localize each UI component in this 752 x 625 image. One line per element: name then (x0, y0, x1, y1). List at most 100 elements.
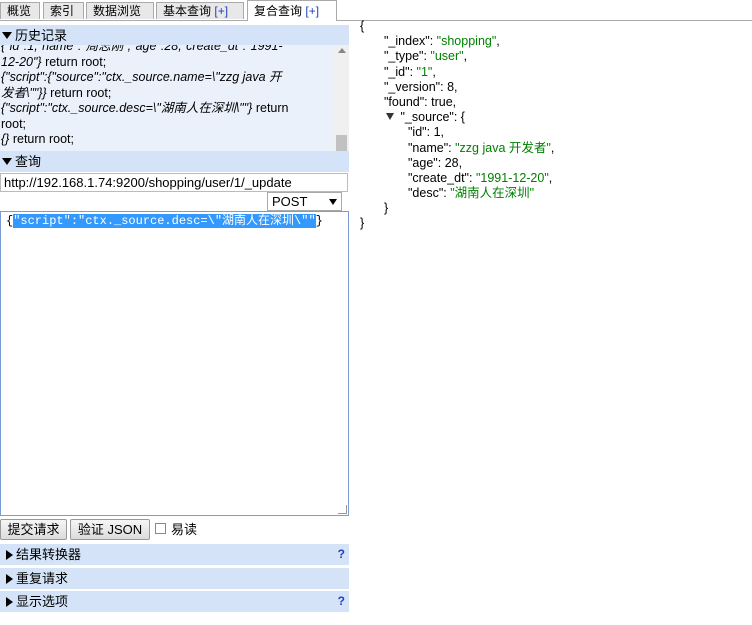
json-key: "create_dt" (408, 170, 469, 185)
tab-overview[interactable]: 概览 (0, 2, 40, 19)
submit-label: 提交请求 (7, 522, 60, 537)
section-result-transformer[interactable]: 结果转换器 ? (0, 544, 349, 565)
history-item[interactable]: 发者\""}} return root; (1, 86, 331, 102)
help-icon[interactable]: ? (338, 544, 345, 565)
json-line: "_id": "1", (384, 64, 436, 79)
tab-compound-query[interactable]: 复合查询 [+] (247, 0, 337, 21)
collapse-icon[interactable] (386, 113, 394, 121)
history-item-suffix: return root; (9, 132, 74, 146)
history-item[interactable]: {"script":"ctx._source.desc=\"湖南人在深圳\""}… (1, 101, 331, 117)
history-item[interactable]: root; (1, 117, 331, 133)
validate-json-button[interactable]: 验证 JSON (70, 519, 150, 540)
collapse-icon (2, 32, 12, 40)
json-value: 8 (447, 79, 455, 94)
scroll-up-icon[interactable] (338, 48, 346, 53)
json-value: "shopping" (436, 34, 497, 49)
json-key: "age" (408, 155, 438, 170)
request-body-editor[interactable]: {"script":"ctx._source.desc=\"湖南人在深圳\""} (0, 211, 349, 516)
history-item[interactable]: 12-20"} return root; (1, 55, 331, 71)
json-line: "found": true, (384, 94, 457, 109)
history-item[interactable]: {"id":1,"name":"周志刚","age":28,"create_dt… (1, 45, 331, 55)
tab-plus[interactable]: [+] (214, 4, 228, 18)
json-line: "_version": 8, (384, 79, 458, 94)
body-text-suffix: } (315, 214, 323, 228)
tab-plus[interactable]: [+] (305, 4, 319, 18)
submit-request-button[interactable]: 提交请求 (0, 519, 67, 540)
json-value: "1" (416, 64, 433, 79)
tab-label: 概览 (7, 4, 32, 18)
json-key: "_index" (384, 34, 430, 49)
url-input[interactable] (0, 173, 348, 192)
history-item-text: {"id":1,"name":"周志刚","age":28,"create_dt… (1, 45, 283, 53)
query-panel: 历史记录 {"id":1,"name":"周志刚","age":28,"crea… (0, 21, 352, 616)
tab-bar: 概览 索引 数据浏览 基本查询 [+] 复合查询 [+] (0, 0, 752, 21)
history-item-suffix: return (252, 101, 289, 115)
json-key: "found" (384, 94, 425, 109)
json-value: "user" (430, 49, 464, 64)
query-title: 查询 (15, 154, 42, 169)
section-label: 显示选项 (16, 594, 69, 609)
expand-icon (6, 596, 13, 607)
history-item-suffix: return root; (41, 54, 107, 69)
help-icon[interactable]: ? (338, 591, 345, 612)
history-item-suffix: return root; (46, 85, 112, 100)
json-key: "id" (408, 125, 427, 140)
json-inner-close: } (384, 201, 389, 216)
query-header[interactable]: 查询 (0, 151, 349, 172)
section-display-options[interactable]: 显示选项 ? (0, 591, 349, 612)
section-label: 重复请求 (16, 571, 69, 586)
json-value: true (431, 94, 453, 109)
json-line: "create_dt": "1991-12-20", (408, 170, 553, 185)
json-response-viewer: { "_index": "shopping", "_type": "user",… (360, 19, 554, 232)
expand-icon (6, 573, 13, 584)
history-item[interactable]: {} return root; (1, 132, 331, 148)
tab-basic-query[interactable]: 基本查询 [+] (156, 2, 244, 19)
section-repeat-request[interactable]: 重复请求 (0, 568, 349, 589)
json-key: "_source" (400, 110, 454, 125)
history-item[interactable]: {"script":{"source":"ctx._source.name=\"… (1, 70, 331, 86)
tab-label: 复合查询 (254, 4, 303, 18)
tab-label: 数据浏览 (93, 4, 142, 18)
history-item-suffix: root; (1, 116, 27, 131)
json-value: "1991-12-20" (475, 170, 549, 185)
json-key: "_type" (384, 49, 424, 64)
json-line: "desc": "湖南人在深圳" (408, 186, 535, 201)
readable-label: 易读 (171, 522, 198, 537)
json-line: "name": "zzg java 开发者", (408, 140, 555, 155)
body-text-selected: "script":"ctx._source.desc=\"湖南人在深圳\"" (13, 214, 316, 228)
history-header[interactable]: 历史记录 (0, 25, 349, 46)
expand-icon (6, 549, 13, 560)
json-key: "_version" (384, 79, 441, 94)
section-label: 结果转换器 (16, 547, 82, 562)
history-item-text: 12-20"} (1, 54, 42, 69)
chevron-down-icon (329, 199, 337, 205)
json-key: "name" (408, 140, 449, 155)
json-line: "age": 28, (408, 155, 463, 170)
json-line: "id": 1, (408, 125, 444, 140)
json-source-toggle[interactable]: "_source": { (360, 110, 554, 125)
json-value: "湖南人在深圳" (450, 186, 535, 201)
json-value: "zzg java 开发者" (455, 140, 551, 155)
json-key: "desc" (408, 186, 444, 201)
json-line: "_type": "user", (384, 49, 468, 64)
method-select[interactable]: POST (267, 192, 342, 211)
history-item-text: {"script":{"source":"ctx._source.name=\"… (1, 70, 282, 84)
readable-checkbox[interactable] (155, 523, 166, 534)
json-open-brace: { (360, 19, 365, 33)
json-key: "_id" (384, 64, 410, 79)
history-item-text: 发者\""}} (1, 85, 47, 100)
json-line: "_index": "shopping", (384, 34, 500, 49)
history-title: 历史记录 (15, 28, 68, 43)
tab-indices[interactable]: 索引 (43, 2, 84, 19)
history-item-text: {"script":"ctx._source.desc=\"湖南人在深圳\""} (1, 101, 253, 115)
json-value: 28 (444, 155, 459, 170)
validate-label: 验证 JSON (77, 522, 143, 537)
collapse-icon (2, 158, 12, 166)
tab-browser[interactable]: 数据浏览 (86, 2, 154, 19)
json-close-brace: } (360, 216, 365, 231)
json-value: 1 (433, 125, 441, 140)
resize-grip-icon[interactable] (338, 505, 347, 514)
tab-label: 索引 (50, 4, 75, 18)
method-value: POST (272, 194, 308, 209)
tab-label: 基本查询 (163, 4, 212, 18)
